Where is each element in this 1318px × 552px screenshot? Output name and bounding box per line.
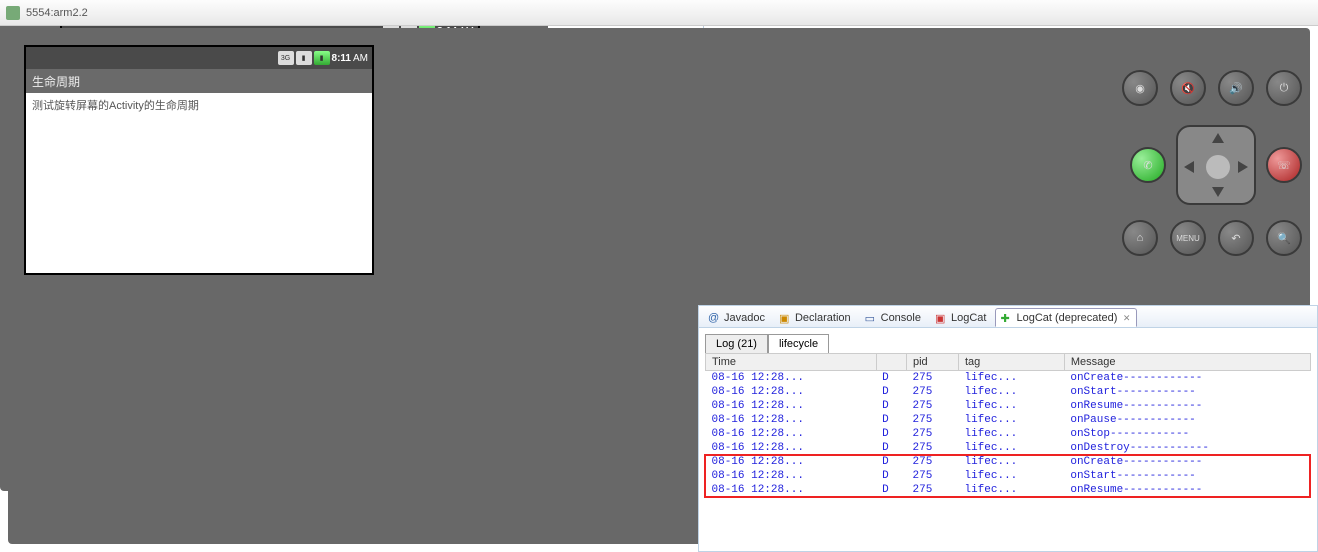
log-row[interactable]: 08-16 12:28...D275lifec...onStart-------…	[706, 385, 1311, 399]
dpad[interactable]	[1176, 125, 1256, 205]
tab-icon: ▣	[779, 312, 791, 324]
hw-row-mid: ✆ ☏	[1130, 125, 1302, 205]
log-row[interactable]: 08-16 12:28...D275lifec...onPause-------…	[706, 413, 1311, 427]
col-Message[interactable]: Message	[1064, 354, 1310, 371]
log-row[interactable]: 08-16 12:28...D275lifec...onResume------…	[706, 483, 1311, 497]
log-row[interactable]: 08-16 12:28...D275lifec...onDestroy-----…	[706, 441, 1311, 455]
battery-icon: ▮	[314, 51, 330, 65]
col-pid[interactable]: pid	[907, 354, 959, 371]
log-row[interactable]: 08-16 12:28...D275lifec...onCreate------…	[706, 455, 1311, 469]
eclipse-view: @Javadoc▣Declaration▭Console▣LogCat✚LogC…	[698, 305, 1318, 552]
hw-button-grid: ◉ 🔇 🔊 ⏻	[1122, 70, 1302, 106]
menu-button[interactable]: MENU	[1170, 220, 1206, 256]
status-time: 8:11	[332, 53, 351, 64]
activity-body: 测试旋转屏幕的Activity的生命周期	[26, 93, 372, 117]
device-screen-right: 3G ▮ ▮ 8:11 AM 生命周期 测试旋转屏幕的Activity的生命周期	[24, 45, 374, 275]
emulator-portrait-window: 5554:arm2.2 3G ▮ ▮ 8:11 AM 生命周期 测试旋转屏幕的A…	[0, 0, 704, 300]
signal-icon: ▮	[296, 51, 312, 65]
col-tag[interactable]: tag	[958, 354, 1064, 371]
vol-up-button[interactable]: 🔊	[1218, 70, 1254, 106]
android-icon	[6, 6, 20, 20]
status-bar: 3G ▮ ▮ 8:11 AM	[26, 47, 372, 69]
tab-icon: @	[708, 312, 720, 324]
log-filter-tab-1[interactable]: lifecycle	[768, 334, 829, 353]
call-button[interactable]: ✆	[1130, 147, 1166, 183]
status-ampm: AM	[353, 53, 368, 64]
view-tab-logcat-deprecated-[interactable]: ✚LogCat (deprecated)✕	[995, 308, 1137, 327]
view-tab-console[interactable]: ▭Console	[860, 309, 928, 327]
view-tab-bar: @Javadoc▣Declaration▭Console▣LogCat✚LogC…	[699, 306, 1317, 328]
vol-down-button[interactable]: 🔇	[1170, 70, 1206, 106]
window-title: 5554:arm2.2	[26, 7, 88, 19]
tab-icon: ▭	[865, 312, 877, 324]
home-button[interactable]: ⌂	[1122, 220, 1158, 256]
col-level[interactable]	[876, 354, 906, 371]
window-titlebar[interactable]: 5554:arm2.2	[0, 0, 1318, 26]
log-filter-tab-0[interactable]: Log (21)	[705, 334, 768, 353]
tab-icon: ▣	[935, 312, 947, 324]
end-call-button[interactable]: ☏	[1266, 147, 1302, 183]
back-button[interactable]: ↶	[1218, 220, 1254, 256]
camera-button[interactable]: ◉	[1122, 70, 1158, 106]
power-button[interactable]: ⏻	[1266, 70, 1302, 106]
view-tab-javadoc[interactable]: @Javadoc	[703, 309, 772, 327]
close-icon[interactable]: ✕	[1123, 311, 1130, 324]
activity-title: 生命周期	[26, 69, 372, 93]
search-button[interactable]: 🔍	[1266, 220, 1302, 256]
log-row[interactable]: 08-16 12:28...D275lifec...onStop--------…	[706, 427, 1311, 441]
log-row[interactable]: 08-16 12:28...D275lifec...onResume------…	[706, 399, 1311, 413]
log-row[interactable]: 08-16 12:28...D275lifec...onStart-------…	[706, 469, 1311, 483]
col-Time[interactable]: Time	[706, 354, 877, 371]
tab-icon: ✚	[1000, 312, 1012, 324]
log-row[interactable]: 08-16 12:28...D275lifec...onCreate------…	[706, 371, 1311, 386]
icon-3g: 3G	[278, 51, 294, 65]
hw-row-bot: ⌂ MENU ↶ 🔍	[1122, 220, 1302, 256]
logcat-inner-tabs: Log (21)lifecycle	[699, 328, 1317, 353]
view-tab-logcat[interactable]: ▣LogCat	[930, 309, 993, 327]
logcat-table: Time pidtagMessage 08-16 12:28...D275life…	[705, 353, 1311, 497]
view-tab-declaration[interactable]: ▣Declaration	[774, 309, 858, 327]
